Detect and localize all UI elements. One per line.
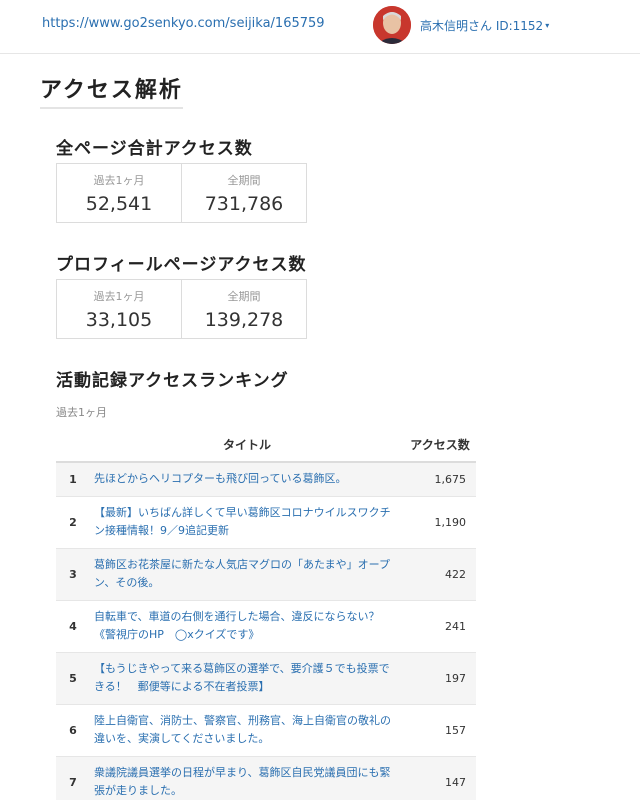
article-title-link[interactable]: 【最新】いちばん詳しくて早い葛飾区コロナウイルスワクチン接種情報！9／9追記更新 xyxy=(90,496,404,549)
profile-past-month-value: 33,105 xyxy=(85,309,153,331)
ranking-table: タイトル アクセス数 1 先ほどからヘリコプターも飛び回っている葛飾区。 1,6… xyxy=(56,427,476,800)
total-access-box: 過去1ヶ月 52,541 全期間 731,786 xyxy=(56,163,307,223)
rank-number: 2 xyxy=(56,496,90,549)
table-row: 7 衆議院議員選挙の日程が早まり、葛飾区自民党議員団にも緊張が走りました。 14… xyxy=(56,756,476,800)
chevron-down-icon: ▾ xyxy=(545,21,550,30)
rank-number: 6 xyxy=(56,704,90,757)
profile-all-time-value: 139,278 xyxy=(204,309,284,331)
profile-all-time-label: 全期間 xyxy=(227,290,261,303)
table-row: 2 【最新】いちばん詳しくて早い葛飾区コロナウイルスワクチン接種情報！9／9追記… xyxy=(56,496,476,549)
table-row: 3 葛飾区お花茶屋に新たな人気店マグロの「あたまや」オープン、その後。 422 xyxy=(56,548,476,601)
table-row: 1 先ほどからヘリコプターも飛び回っている葛飾区。 1,675 xyxy=(56,462,476,497)
total-past-month-value: 52,541 xyxy=(85,193,153,215)
rank-number: 7 xyxy=(56,756,90,800)
top-bar: https://www.go2senkyo.com/seijika/165759… xyxy=(0,0,640,54)
total-access-title: 全ページ合計アクセス数 xyxy=(56,139,253,159)
profile-past-month-cell: 過去1ヶ月 33,105 xyxy=(57,280,181,338)
total-all-time-cell: 全期間 731,786 xyxy=(181,164,306,222)
profile-access-box: 過去1ヶ月 33,105 全期間 139,278 xyxy=(56,279,307,339)
rank-number: 4 xyxy=(56,600,90,653)
access-count: 197 xyxy=(404,652,476,705)
access-count: 1,675 xyxy=(404,462,476,497)
rank-number: 3 xyxy=(56,548,90,601)
table-row: 6 陸上自衛官、消防士、警察官、刑務官、海上自衛官の敬礼の違いを、実演してくださ… xyxy=(56,704,476,757)
rank-number: 1 xyxy=(56,462,90,497)
article-title-link[interactable]: 自転車で、車道の右側を通行した場合、違反にならない？《警視庁のHP ◯xクイズで… xyxy=(90,600,404,653)
article-title-link[interactable]: 先ほどからヘリコプターも飛び回っている葛飾区。 xyxy=(90,462,404,497)
total-all-time-label: 全期間 xyxy=(227,174,261,187)
table-row: 5 【もうじきやって来る葛飾区の選挙で、要介護５でも投票できる！ 郵便等による不… xyxy=(56,652,476,705)
rank-number: 5 xyxy=(56,652,90,705)
access-count: 157 xyxy=(404,704,476,757)
total-past-month-cell: 過去1ヶ月 52,541 xyxy=(57,164,181,222)
user-photo-icon xyxy=(373,6,411,44)
total-past-month-label: 過去1ヶ月 xyxy=(93,174,145,187)
article-title-link[interactable]: 葛飾区お花茶屋に新たな人気店マグロの「あたまや」オープン、その後。 xyxy=(90,548,404,601)
profile-all-time-cell: 全期間 139,278 xyxy=(181,280,306,338)
profile-url-link[interactable]: https://www.go2senkyo.com/seijika/165759 xyxy=(42,16,325,31)
ranking-period: 過去1ヶ月 xyxy=(56,406,107,419)
access-count: 1,190 xyxy=(404,496,476,549)
table-row: 4 自転車で、車道の右側を通行した場合、違反にならない？《警視庁のHP ◯xクイ… xyxy=(56,600,476,653)
user-name-id: 高木信明さん ID:1152 xyxy=(420,19,544,33)
article-title-link[interactable]: 衆議院議員選挙の日程が早まり、葛飾区自民党議員団にも緊張が走りました。 xyxy=(90,756,404,800)
count-column-header: アクセス数 xyxy=(404,427,476,463)
rank-column-header xyxy=(56,427,90,463)
title-column-header: タイトル xyxy=(90,427,404,463)
table-header-row: タイトル アクセス数 xyxy=(56,427,476,463)
access-count: 241 xyxy=(404,600,476,653)
access-count: 147 xyxy=(404,756,476,800)
ranking-title: 活動記録アクセスランキング xyxy=(56,371,289,391)
profile-past-month-label: 過去1ヶ月 xyxy=(93,290,145,303)
article-title-link[interactable]: 陸上自衛官、消防士、警察官、刑務官、海上自衛官の敬礼の違いを、実演してくださいま… xyxy=(90,704,404,757)
profile-access-title: プロフィールページアクセス数 xyxy=(56,255,307,275)
page-title: アクセス解析 xyxy=(40,72,183,109)
user-menu[interactable]: 高木信明さん ID:1152 ▾ xyxy=(420,17,549,34)
article-title-link[interactable]: 【もうじきやって来る葛飾区の選挙で、要介護５でも投票できる！ 郵便等による不在者… xyxy=(90,652,404,705)
total-all-time-value: 731,786 xyxy=(204,193,284,215)
access-count: 422 xyxy=(404,548,476,601)
avatar[interactable] xyxy=(373,6,411,44)
